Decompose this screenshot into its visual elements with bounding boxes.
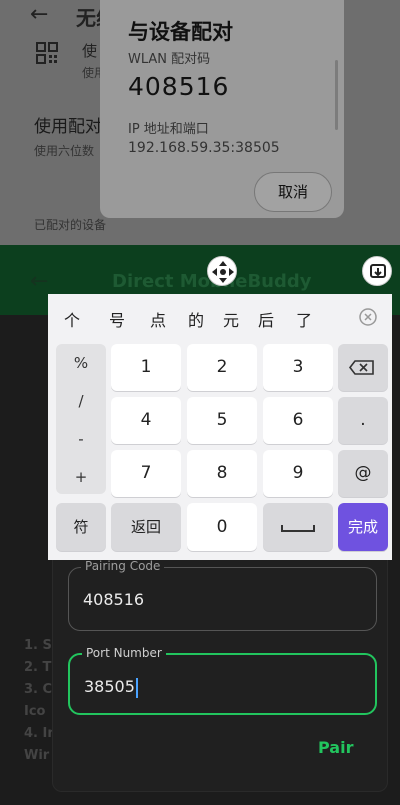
symbol-key[interactable]: - <box>56 430 106 448</box>
back-key[interactable]: 返回 <box>111 503 181 551</box>
candidate-word[interactable]: 后 <box>258 307 274 331</box>
digit-key-6[interactable]: 6 <box>263 397 333 444</box>
settings-back-button[interactable]: ← <box>30 2 48 27</box>
move-arrows-icon[interactable] <box>207 256 237 286</box>
ip-port-value: 192.168.59.35:38505 <box>128 140 280 156</box>
candidate-word[interactable]: 的 <box>188 307 204 331</box>
paired-devices-label: 已配对的设备 <box>34 218 107 232</box>
done-key[interactable]: 完成 <box>338 503 388 551</box>
digit-key-2[interactable]: 2 <box>187 344 257 391</box>
candidate-word[interactable]: 点 <box>150 307 166 331</box>
dialog-scrollbar[interactable] <box>335 60 338 130</box>
dialog-title: 与设备配对 <box>128 20 233 44</box>
ip-port-label: IP 地址和端口 <box>128 122 209 137</box>
digit-key-1[interactable]: 1 <box>111 344 181 391</box>
symbol-key[interactable]: / <box>56 392 106 410</box>
space-icon <box>281 525 315 532</box>
digit-key-8[interactable]: 8 <box>187 450 257 497</box>
symbol-key[interactable]: % <box>56 354 106 372</box>
dot-key[interactable]: . <box>338 397 388 444</box>
cancel-button[interactable]: 取消 <box>254 172 332 212</box>
symbol-key[interactable]: + <box>56 468 106 486</box>
at-key[interactable]: @ <box>338 450 388 497</box>
port-number-label: Port Number <box>82 646 166 660</box>
digit-key-0[interactable]: 0 <box>187 503 257 551</box>
wlan-code-label: WLAN 配对码 <box>128 52 211 67</box>
close-candidates-icon[interactable] <box>358 307 378 327</box>
code-pair-title[interactable]: 使用配对 <box>34 112 102 137</box>
wlan-pairing-code: 408516 <box>128 72 230 101</box>
port-number-text: 38505 <box>84 677 135 696</box>
digit-key-4[interactable]: 4 <box>111 397 181 444</box>
digit-key-7[interactable]: 7 <box>111 450 181 497</box>
port-number-value: 38505 <box>84 677 138 698</box>
candidate-word[interactable]: 了 <box>296 307 312 331</box>
qr-pair-title[interactable]: 使 <box>82 40 97 61</box>
text-cursor <box>135 677 138 698</box>
symbol-column[interactable]: % / - + <box>56 344 106 494</box>
backspace-icon <box>348 360 374 375</box>
candidate-word[interactable]: 元 <box>223 307 239 331</box>
pair-device-dialog: 与设备配对 WLAN 配对码 408516 IP 地址和端口 192.168.5… <box>100 0 344 218</box>
dock-keyboard-icon[interactable] <box>362 256 392 286</box>
port-number-field[interactable]: Port Number 38505 <box>68 646 377 715</box>
floating-keyboard: 个 号 点 的 元 后 了 % / - + 1 2 3 4 5 6 . 7 8 … <box>48 294 392 560</box>
code-pair-subtitle: 使用六位数 <box>34 144 95 158</box>
candidate-word[interactable]: 个 <box>64 307 80 331</box>
pairing-code-label: Pairing Code <box>81 559 165 573</box>
symbol-switch-key[interactable]: 符 <box>56 503 106 551</box>
digit-key-9[interactable]: 9 <box>263 450 333 497</box>
candidate-word[interactable]: 号 <box>109 307 125 331</box>
app-back-button[interactable]: ← <box>30 269 48 294</box>
space-key[interactable] <box>263 503 333 551</box>
pairing-code-field[interactable]: Pairing Code 408516 <box>68 559 377 631</box>
digit-key-5[interactable]: 5 <box>187 397 257 444</box>
qr-code-icon <box>36 42 58 64</box>
digit-key-3[interactable]: 3 <box>263 344 333 391</box>
backspace-key[interactable] <box>338 344 388 391</box>
pairing-code-value: 408516 <box>83 590 145 609</box>
pair-button[interactable]: Pair <box>318 738 353 757</box>
candidate-bar: 个 号 点 的 元 后 了 <box>48 294 392 340</box>
